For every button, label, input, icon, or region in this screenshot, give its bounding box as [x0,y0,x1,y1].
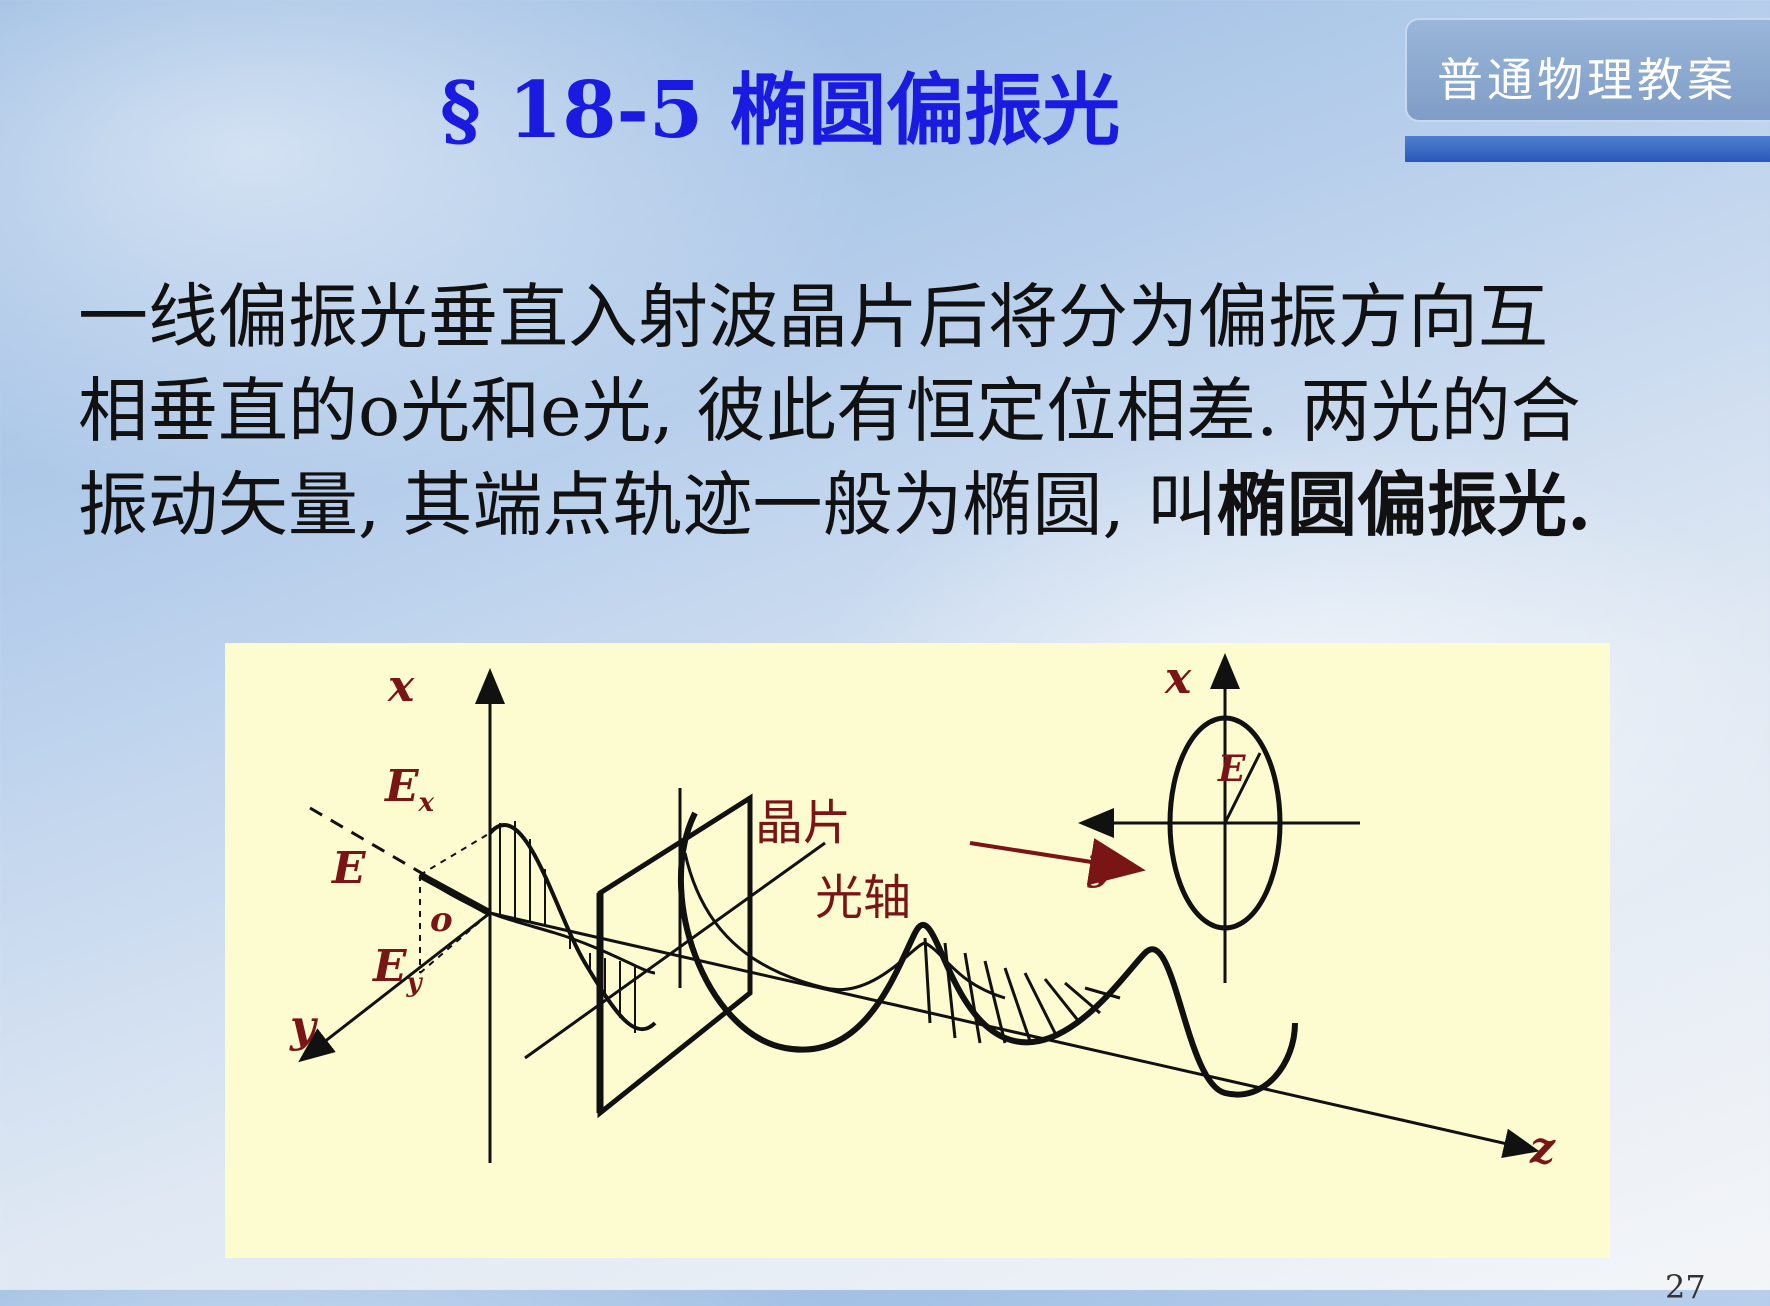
label-e-left: E [332,843,366,894]
label-x-left: x [388,661,415,712]
label-z: z [1530,1123,1555,1174]
label-ex: Ex [385,761,434,818]
label-ex-main: E [385,761,419,812]
label-ey-main: E [373,941,407,992]
page-number: 27 [1665,1268,1706,1306]
brand-tab: 普通物理教案 [1405,18,1770,122]
label-y-right: y [1088,838,1114,889]
label-ey-sub: y [406,967,422,998]
label-crystal: 晶片 [755,795,852,851]
elliptical-wave [678,811,1298,1098]
label-y-left: y [290,1001,316,1052]
label-x-right: x [1165,653,1192,704]
page-title: § 18-5 椭圆偏振光 [440,65,1121,156]
e-projection-2 [419,832,491,876]
elliptical-wave-hatching [923,937,1121,1044]
elliptical-polarization-figure: x Ex E o Ey y 晶片 光轴 x E y z [225,643,1610,1258]
label-e-right: E [1218,748,1246,790]
body-line-3-normal: 振动矢量, 其端点轨迹一般为椭圆, 叫 [78,464,1218,546]
label-origin: o [430,900,453,940]
body-line-1: 一线偏振光垂直入射波晶片后将分为偏振方向互 [78,276,1548,358]
body-line-3: 振动矢量, 其端点轨迹一般为椭圆, 叫椭圆偏振光. [78,458,1718,552]
label-optic-axis: 光轴 [815,870,912,926]
body-line-3-bold: 椭圆偏振光. [1217,463,1592,546]
brand-bar [1405,136,1770,162]
label-ey: Ey [373,941,422,998]
brand-label: 普通物理教案 [1437,53,1737,107]
figure-svg [298,653,1540,1163]
body-paragraph: 一线偏振光垂直入射波晶片后将分为偏振方向互 相垂直的o光和e光, 彼此有恒定位相… [78,270,1718,552]
label-ex-sub: x [418,787,435,818]
optic-axis-line [524,841,826,1060]
body-line-2: 相垂直的o光和e光, 彼此有恒定位相差. 两光的合 [78,370,1581,452]
